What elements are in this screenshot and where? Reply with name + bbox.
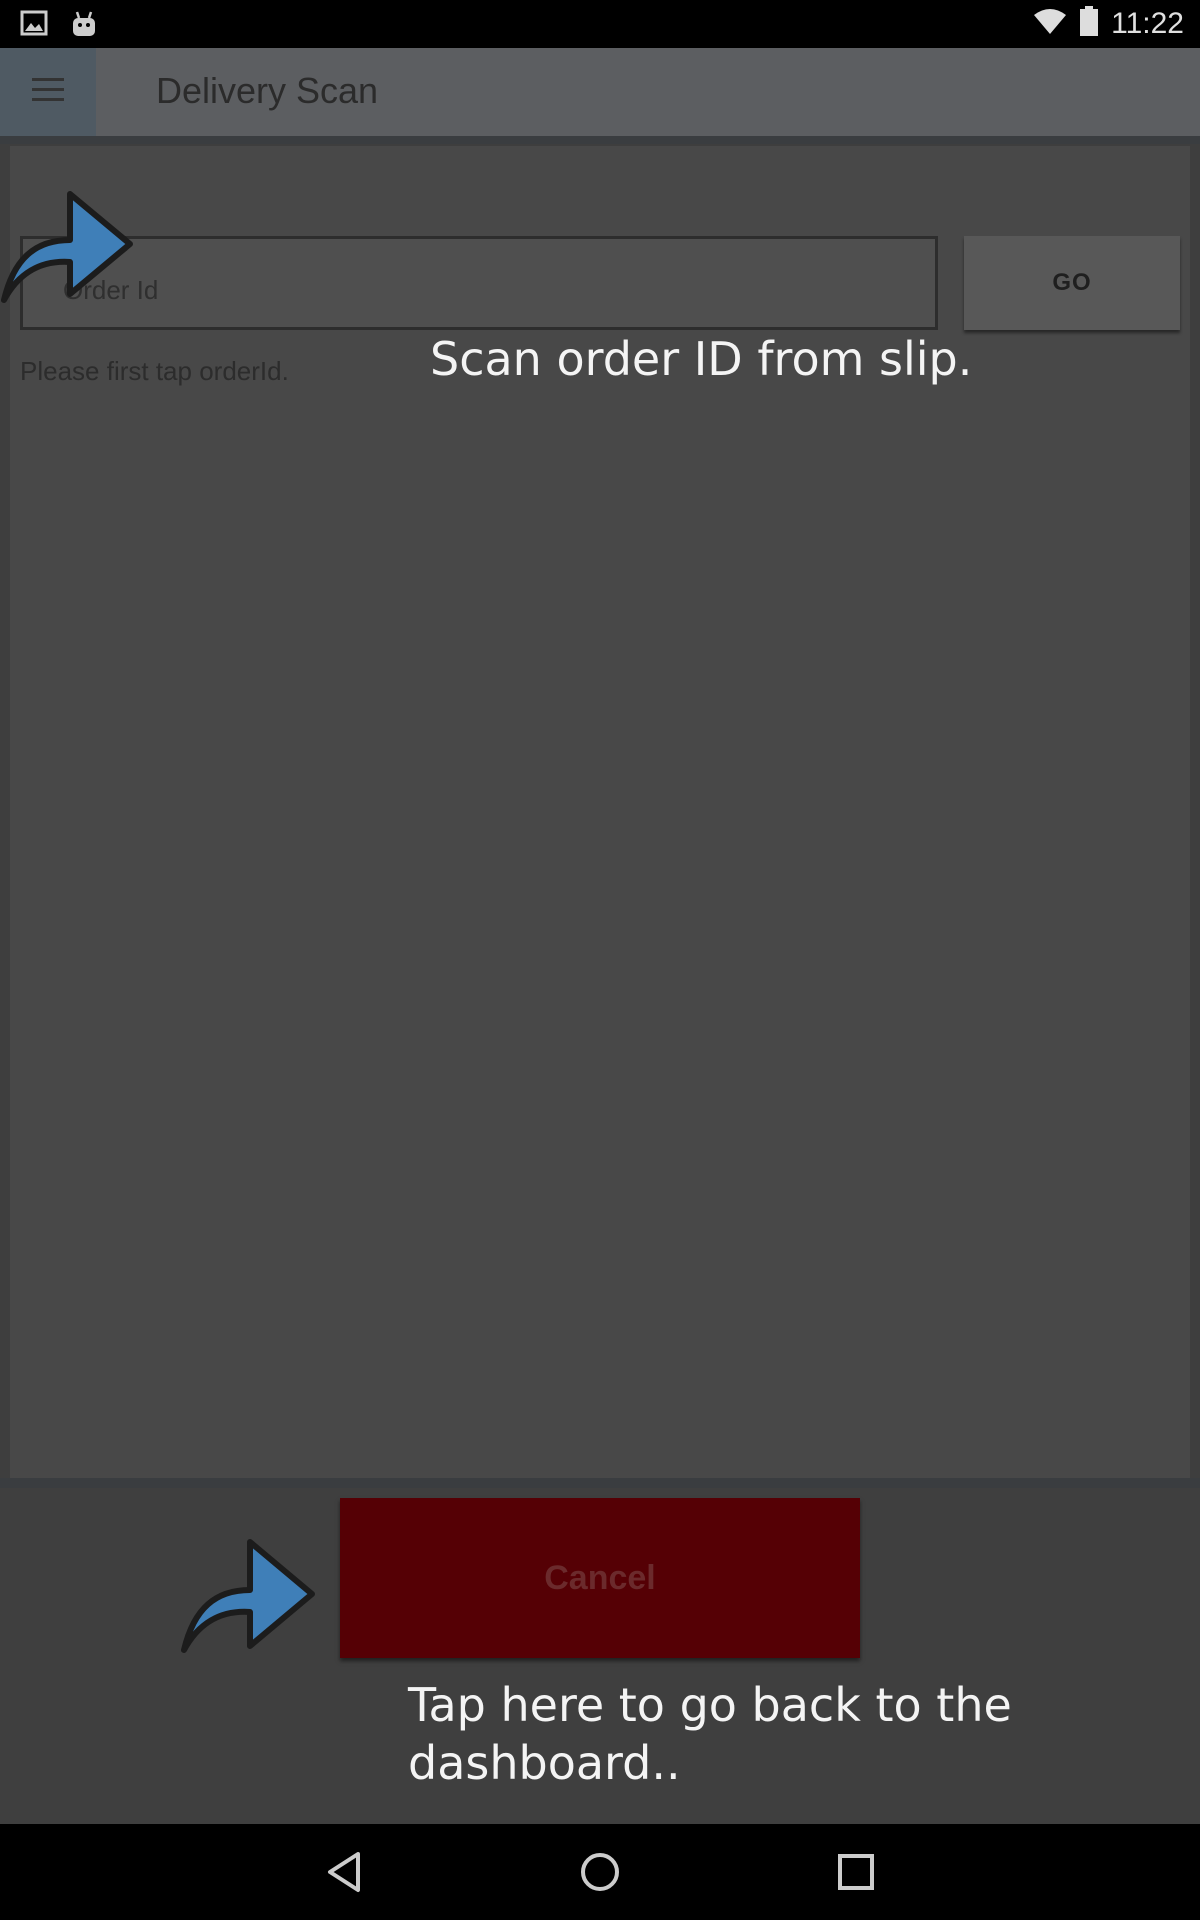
pointer-arrow-icon <box>1 191 133 303</box>
clock: 11:22 <box>1111 6 1184 40</box>
wifi-icon <box>1033 7 1067 40</box>
order-id-input[interactable]: Order Id <box>20 236 938 330</box>
navigation-bar <box>0 1824 1200 1920</box>
cancel-tip-line: Tap here to go back to the <box>408 1678 1012 1732</box>
go-button[interactable]: GO <box>964 236 1180 330</box>
back-icon[interactable] <box>318 1844 368 1900</box>
status-bar: 11:22 <box>0 0 1200 48</box>
pointer-arrow-icon <box>181 1539 315 1653</box>
battery-icon <box>1079 6 1099 41</box>
cancel-button[interactable]: Cancel <box>340 1498 860 1658</box>
scan-tip-text: Scan order ID from slip. <box>430 332 973 386</box>
hint-text: Please first tap orderId. <box>20 356 289 386</box>
android-icon <box>70 10 98 43</box>
divider <box>0 136 1200 144</box>
image-icon <box>20 10 48 43</box>
app-bar: Delivery Scan <box>0 48 1200 136</box>
hamburger-menu-icon <box>32 77 64 107</box>
recents-icon[interactable] <box>830 1844 882 1900</box>
home-icon[interactable] <box>574 1844 626 1900</box>
cancel-tip-text: Tap here to go back to the dashboard.. <box>408 1676 1012 1792</box>
cancel-tip-line: dashboard.. <box>408 1736 681 1790</box>
divider <box>0 1478 1200 1488</box>
page-title: Delivery Scan <box>156 70 379 111</box>
menu-button[interactable] <box>0 48 96 136</box>
